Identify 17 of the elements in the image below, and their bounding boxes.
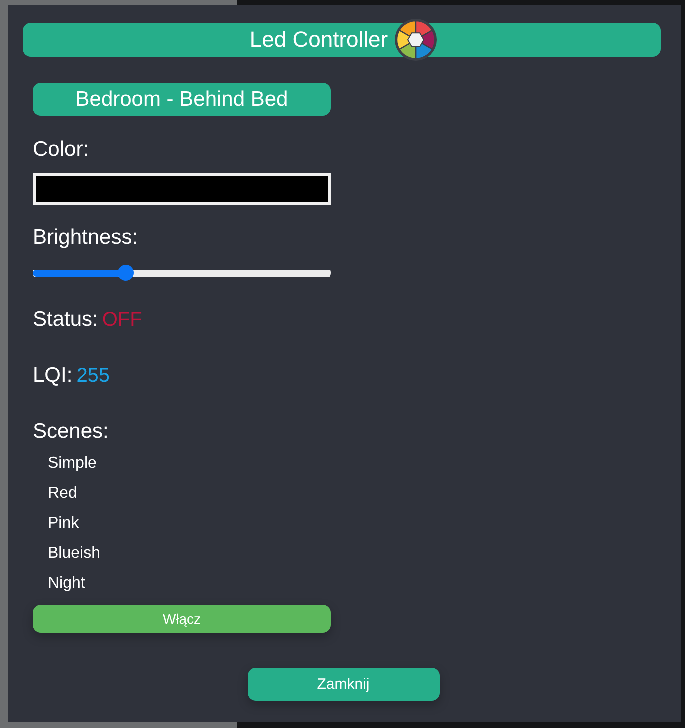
scene-option[interactable]: Blueish [33, 539, 100, 569]
scene-option[interactable]: Pink [33, 509, 80, 539]
scene-option[interactable]: Red [33, 479, 78, 509]
dialog-title: Led Controller [250, 27, 388, 53]
scenes-label: Scenes: [33, 420, 109, 444]
lqi-label: LQI: [33, 364, 73, 388]
slider-thumb[interactable] [118, 265, 134, 281]
aperture-icon [394, 18, 438, 62]
status-value: OFF [102, 308, 142, 332]
status-label: Status: [33, 308, 98, 332]
device-name-banner: Bedroom - Behind Bed [33, 83, 331, 116]
lqi-value: 255 [76, 364, 110, 388]
brightness-label: Brightness: [33, 226, 138, 250]
color-label: Color: [33, 138, 90, 162]
scene-option[interactable]: Simple [33, 449, 97, 479]
scene-option[interactable]: Night [33, 569, 86, 599]
color-field[interactable] [33, 173, 331, 205]
